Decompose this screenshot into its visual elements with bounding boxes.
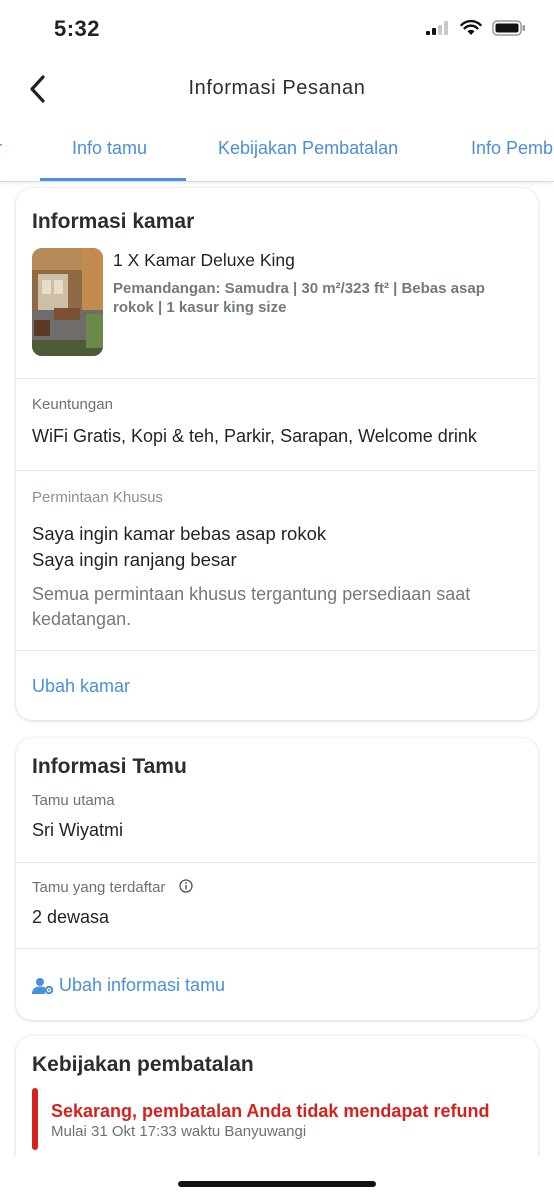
tab-previous[interactable]: r [0,138,2,159]
registered-guests-count: 2 dewasa [32,907,110,927]
divider [16,948,538,949]
cancellation-title: Kebijakan pembatalan [32,1053,254,1076]
divider [16,470,538,471]
main-guest-label: Tamu utama [32,792,115,809]
policy-effective-date: Mulai 31 Okt 17:33 waktu Banyuwangi [51,1123,307,1140]
room-name: 1 X Kamar Deluxe King [113,250,295,270]
tab-guest-info[interactable]: Info tamu [72,138,147,159]
bottom-safe-area [0,1156,554,1200]
main-guest-name: Sri Wiyatmi [32,820,123,840]
registered-guests-label: Tamu yang terdaftar [32,879,193,896]
status-icons [426,20,526,36]
divider [16,378,538,379]
guest-info-title: Informasi Tamu [32,755,187,778]
tab-payment-info[interactable]: Info Pemb [471,138,553,159]
room-info-card: Informasi kamar 1 X Kamar Deluxe King Pe… [16,188,538,720]
no-refund-alert: Sekarang, pembatalan Anda tidak mendapat… [51,1101,490,1121]
room-info-title: Informasi kamar [32,210,195,233]
tab-cancellation-policy[interactable]: Kebijakan Pembatalan [218,138,398,159]
info-icon[interactable] [178,879,193,893]
guest-info-card: Informasi Tamu Tamu utama Sri Wiyatmi Ta… [16,738,538,1020]
change-room-link[interactable]: Ubah kamar [32,676,130,697]
edit-guest-info-label: Ubah informasi tamu [59,975,226,995]
special-request-item: Saya ingin kamar bebas asap rokok [32,523,327,544]
special-request-note: Semua permintaan khusus tergantung perse… [32,584,471,629]
alert-bar [32,1088,38,1150]
status-time: 5:32 [54,16,101,41]
registered-guests-label-text: Tamu yang terdaftar [32,879,166,896]
nav-bar: Informasi Pesanan [0,60,554,116]
special-request-item: Saya ingin ranjang besar [32,549,237,570]
wifi-icon [460,20,482,35]
home-indicator[interactable] [178,1181,376,1187]
divider [16,862,538,863]
divider [16,650,538,651]
signal-icon [426,21,448,35]
benefits-text: WiFi Gratis, Kopi & teh, Parkir, Sarapan… [32,426,477,446]
benefits-label: Keuntungan [32,396,113,413]
edit-guest-info-link[interactable]: Ubah informasi tamu [32,975,225,996]
page-title: Informasi Pesanan [188,77,366,99]
status-bar: 5:32 [0,0,554,60]
room-description: Pemandangan: Samudra | 30 m²/323 ft² | B… [113,280,485,316]
user-cog-icon [32,977,54,994]
tab-bar: r Info tamu Kebijakan Pembatalan Info Pe… [0,116,554,182]
battery-icon [492,20,525,36]
active-tab-indicator [40,178,186,181]
room-photo [32,248,103,356]
special-request-label: Permintaan Khusus [32,489,163,506]
